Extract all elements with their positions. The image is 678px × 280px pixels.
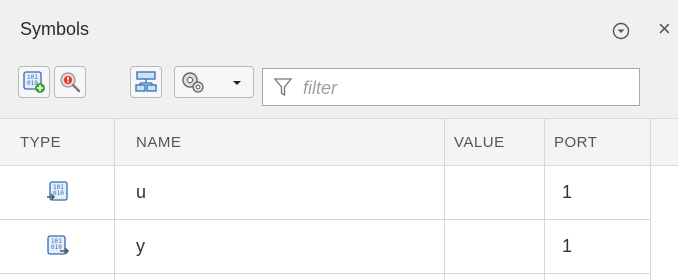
symbol-name[interactable]: y	[136, 236, 145, 257]
symbol-name[interactable]: u	[136, 182, 146, 203]
edit-search-button[interactable]	[54, 66, 86, 98]
table-row[interactable]: 101 010 u 1	[0, 166, 650, 220]
add-symbol-button[interactable]: 101 010	[18, 66, 50, 98]
symbol-port[interactable]: 1	[562, 236, 572, 257]
panel-titlebar: Symbols ×	[0, 0, 678, 60]
symbol-port[interactable]: 1	[562, 182, 572, 203]
column-header-value[interactable]: VALUE	[454, 134, 505, 151]
chevron-down-icon	[233, 81, 241, 85]
column-divider	[650, 118, 651, 280]
hierarchy-view-button[interactable]	[130, 66, 162, 98]
funnel-icon	[273, 78, 293, 97]
column-header-type[interactable]: TYPE	[20, 134, 61, 151]
close-icon[interactable]: ×	[658, 18, 671, 40]
column-header-name[interactable]: NAME	[136, 134, 181, 151]
filter-field[interactable]	[262, 68, 640, 106]
input-port-icon: 101 010	[46, 180, 70, 209]
table-header: TYPE NAME VALUE PORT	[0, 118, 678, 166]
gear-icon	[182, 72, 204, 93]
collapse-menu-icon[interactable]	[612, 22, 630, 40]
search-alert-icon	[60, 72, 81, 93]
add-symbol-icon: 101 010	[23, 71, 45, 93]
output-port-icon: 101 010	[46, 234, 70, 263]
settings-dropdown-button[interactable]	[174, 66, 254, 98]
table-row[interactable]: 101 010 y 1	[0, 220, 650, 274]
svg-text:010: 010	[53, 190, 64, 197]
column-header-port[interactable]: PORT	[554, 134, 597, 151]
filter-input[interactable]	[301, 75, 625, 101]
svg-text:010: 010	[51, 244, 62, 251]
hierarchy-icon	[135, 71, 157, 92]
panel-title: Symbols	[20, 19, 90, 39]
